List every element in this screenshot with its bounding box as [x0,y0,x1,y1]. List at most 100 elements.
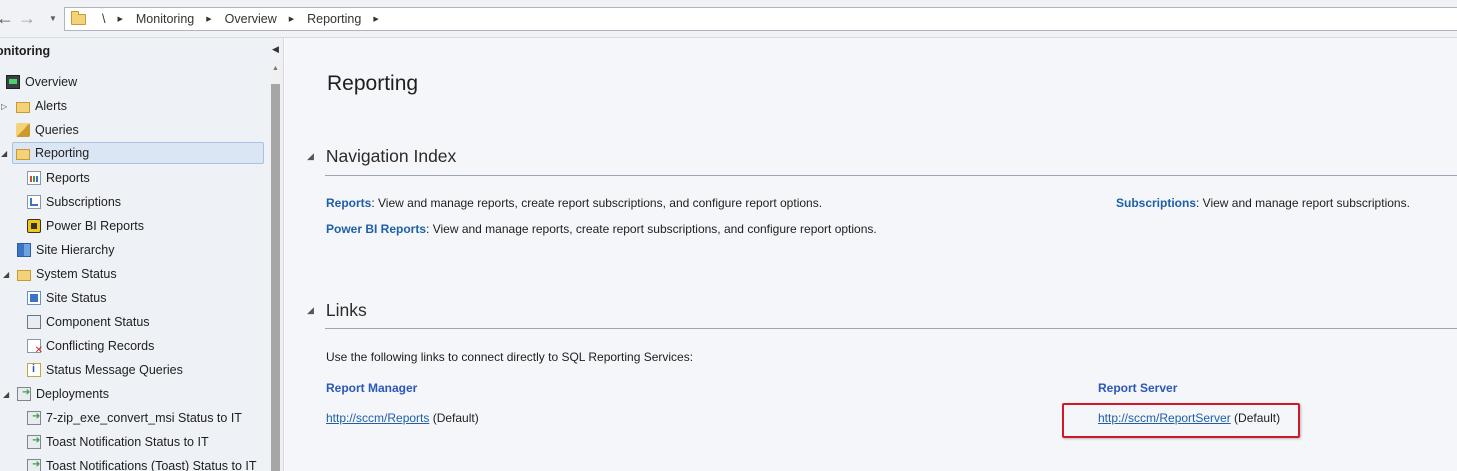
folder-icon [16,148,30,160]
power-bi-icon [27,219,41,233]
breadcrumb-root[interactable]: \ [102,12,105,26]
tree-item-label: Site Hierarchy [36,243,115,257]
tree-item-label: Subscriptions [46,195,122,209]
folder-icon [71,10,86,25]
breadcrumb-overview[interactable]: Overview [225,12,277,26]
section-divider [325,328,1457,329]
address-toolbar: ← → ▼ \ ▶ Monitoring ▶ Overview ▶ Report… [0,0,1457,38]
tree-item-conflicting-records[interactable]: Conflicting Records [27,335,154,357]
report-manager-heading: Report Manager [326,381,418,395]
collapse-pane-icon[interactable]: ◀ [272,44,279,55]
breadcrumb-monitoring[interactable]: Monitoring [136,12,194,26]
tree-item-reporting[interactable]: ◢ Reporting [1,142,264,164]
nav-entry-reports: Reports: View and manage reports, create… [326,196,822,210]
vertical-scrollbar[interactable]: ▲ [270,60,282,471]
nav-entry-description: : View and manage report subscriptions. [1196,196,1410,210]
tree-item-alerts[interactable]: ▷ Alerts [1,95,67,117]
section-title: Navigation Index [325,145,457,166]
page-title: Reporting [327,72,419,95]
deployments-icon [17,387,31,401]
tree-item-label: Component Status [46,315,150,329]
section-divider [325,175,1457,176]
collapse-arrow-icon[interactable]: ◢ [3,270,9,279]
collapse-arrow-icon[interactable]: ◢ [1,149,7,158]
site-hierarchy-icon [17,243,31,257]
reporting-page: Reporting ◢ Navigation Index Reports: Vi… [285,38,1457,471]
tree-item-deployment[interactable]: Toast Notifications (Toast) Status to IT [27,455,257,471]
tree-item-label: Queries [35,123,79,137]
report-manager-entry: http://sccm/Reports (Default) [326,411,479,425]
nav-entry-description: : View and manage reports, create report… [426,222,877,236]
folder-icon [16,101,30,113]
navigation-index-header[interactable]: ◢ Navigation Index [307,144,456,168]
tree-item-deployments[interactable]: ◢ Deployments [3,383,109,405]
tree-item-label: Toast Notifications (Toast) Status to IT [46,459,257,471]
nav-entry-description: : View and manage reports, create report… [371,196,823,210]
tree-item-deployment[interactable]: Toast Notification Status to IT [27,431,209,453]
tree-item-label: Overview [25,75,78,89]
deployment-item-icon [27,411,41,425]
tree-item-label: Power BI Reports [46,219,144,233]
deployment-item-icon [27,459,41,471]
reports-icon [27,171,41,185]
tree-item-status-message-queries[interactable]: Status Message Queries [27,359,183,381]
tree-item-site-status[interactable]: Site Status [27,287,106,309]
nav-entry-power-bi-reports: Power BI Reports: View and manage report… [326,222,877,236]
tree-item-label: Conflicting Records [46,339,155,353]
tree-item-system-status[interactable]: ◢ System Status [3,263,117,285]
tree-item-deployment[interactable]: 7-zip_exe_convert_msi Status to IT [27,407,242,429]
pane-title: onitoring [0,44,51,58]
scroll-up-icon[interactable]: ▲ [272,65,279,72]
report-manager-url-link[interactable]: http://sccm/Reports [326,411,429,425]
monitor-icon [6,75,20,89]
address-bar[interactable]: \ ▶ Monitoring ▶ Overview ▶ Reporting ▶ [64,7,1457,31]
breadcrumb-separator-icon[interactable]: ▶ [117,15,122,23]
folder-icon [17,269,31,281]
tree-item-component-status[interactable]: Component Status [27,311,150,333]
subscriptions-icon [27,195,41,209]
links-header[interactable]: ◢ Links [307,298,367,322]
breadcrumb-separator-icon[interactable]: ▶ [373,15,378,23]
tree-item-site-hierarchy[interactable]: Site Hierarchy [17,239,115,261]
tree-item-label: System Status [36,267,117,281]
queries-icon [16,123,30,137]
history-dropdown-icon[interactable]: ▼ [42,8,64,28]
section-title: Links [325,299,367,320]
tree-item-label: 7-zip_exe_convert_msi Status to IT [46,411,242,425]
tree-item-power-bi-reports[interactable]: Power BI Reports [27,215,144,237]
back-arrow-icon[interactable]: ← [0,8,16,28]
navigation-pane: onitoring ◀ Overview ▷ Alerts Queries ◢ … [0,38,284,471]
tree-item-label: Toast Notification Status to IT [46,435,209,449]
tree-item-label: Reports [46,171,90,185]
collapse-section-icon[interactable]: ◢ [307,305,314,316]
reports-link[interactable]: Reports [326,196,371,210]
subscriptions-link[interactable]: Subscriptions [1116,196,1196,210]
deployment-item-icon [27,435,41,449]
breadcrumb-separator-icon[interactable]: ▶ [206,15,211,23]
collapse-section-icon[interactable]: ◢ [307,151,314,162]
tree-item-label: Alerts [35,99,67,113]
conflicting-records-icon [27,339,43,356]
forward-arrow-icon[interactable]: → [16,8,38,28]
tree-item-label: Reporting [35,146,90,160]
tree-item-subscriptions[interactable]: Subscriptions [27,191,121,213]
report-server-heading: Report Server [1098,381,1178,395]
power-bi-reports-link[interactable]: Power BI Reports [326,222,426,236]
collapse-arrow-icon[interactable]: ◢ [3,390,9,399]
tree-item-queries[interactable]: Queries [16,119,79,141]
breadcrumb-separator-icon[interactable]: ▶ [289,15,294,23]
tree-item-label: Status Message Queries [46,363,183,377]
default-label: (Default) [429,411,479,425]
scrollbar-thumb[interactable] [271,84,280,471]
tree-item-label: Deployments [36,387,109,401]
tree-item-overview[interactable]: Overview [6,71,77,93]
tree-item-label: Site Status [46,291,107,305]
expand-arrow-icon[interactable]: ▷ [1,102,7,111]
nav-entry-subscriptions: Subscriptions: View and manage report su… [1116,196,1410,210]
breadcrumb-reporting[interactable]: Reporting [307,12,361,26]
tree-item-reports[interactable]: Reports [27,167,90,189]
component-status-icon [27,315,41,329]
status-message-icon [27,363,41,377]
site-status-icon [27,291,41,305]
highlight-box [1062,403,1300,438]
